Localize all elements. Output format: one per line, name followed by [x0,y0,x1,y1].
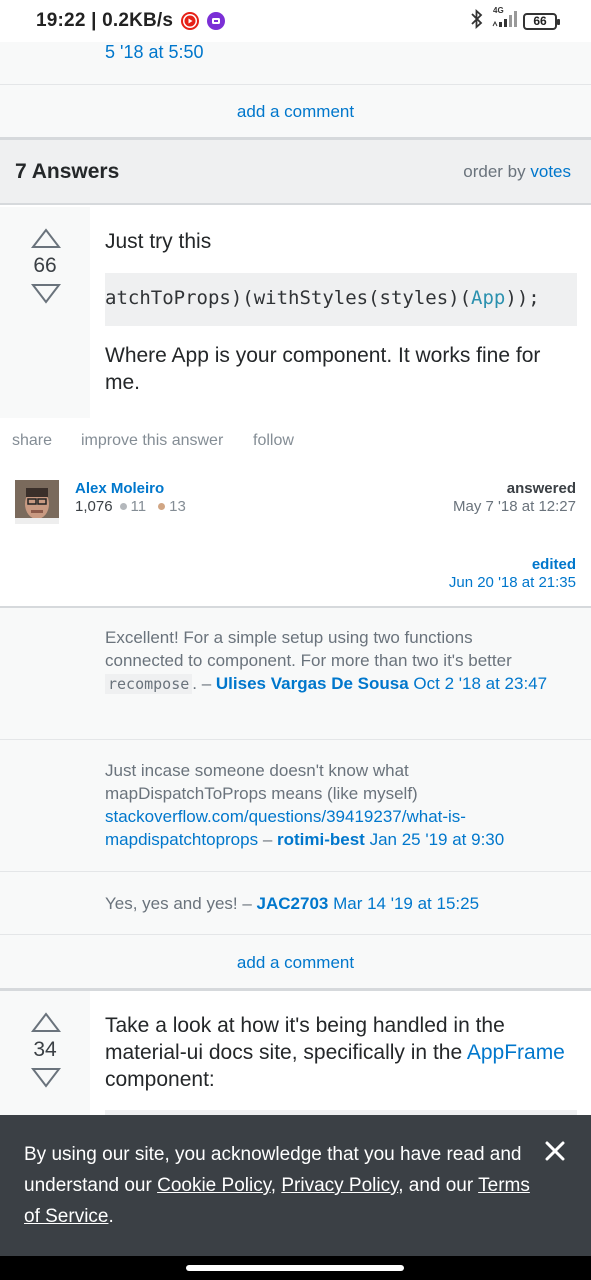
code-text: atchToProps)(withStyles(styles)( [105,287,472,309]
youtube-notification-icon [181,12,200,30]
comment-3-text: Yes, yes and yes! – JAC2703 Mar 14 '19 a… [105,892,555,915]
appframe-link[interactable]: AppFrame [467,1041,565,1064]
network-type: 4G [493,5,504,15]
answer-1-code-block: atchToProps)(withStyles(styles)(App)); [105,273,577,326]
answer-2-body: Take a look at how it's being handled in… [105,1012,565,1093]
edited-date[interactable]: Jun 20 '18 at 21:35 [449,574,576,591]
code-text: )); [505,287,540,309]
cookie-banner: By using our site, you acknowledge that … [0,1115,591,1256]
answer-2-text-end: component: [105,1068,215,1091]
order-by-votes[interactable]: votes [530,162,571,181]
comment-3: Yes, yes and yes! – JAC2703 Mar 14 '19 a… [0,872,591,934]
comment-separator: . – [192,674,216,693]
edited-label[interactable]: edited [532,556,576,573]
answer-1-actions: share improve this answer follow [0,418,591,464]
comment-1: Excellent! For a simple setup using two … [0,608,591,739]
answer-2-text: Take a look at how it's being handled in… [105,1014,505,1064]
home-gesture-handle[interactable] [186,1265,404,1271]
comment-body: Yes, yes and yes! – [105,894,257,913]
upvote-arrow-icon[interactable] [31,227,61,249]
order-by: order by votes [463,162,571,182]
avatar[interactable] [15,480,59,524]
answer-1-vote-count: 66 [33,254,57,277]
comment-author[interactable]: Ulises Vargas De Sousa [216,674,409,693]
answer-1-body: Where App is your component. It works fi… [105,344,541,394]
question-add-comment-row: add a comment [0,85,591,137]
answer-1-edited-card: edited Jun 20 '18 at 21:35 [0,540,591,608]
comment-2: Just incase someone doesn't know what ma… [0,740,591,871]
comment-author[interactable]: rotimi-best [277,830,365,849]
answer-2-vote-column: 34 [0,991,90,1115]
author-name[interactable]: Alex Moleiro [75,480,164,497]
inline-code: recompose [105,674,193,694]
comment-1-text: Excellent! For a simple setup using two … [105,626,555,696]
answer-1-vote-column: 66 [0,207,90,418]
comment-date[interactable]: Oct 2 '18 at 23:47 [413,674,547,693]
bronze-badge-icon [158,503,166,511]
cookie-separator: , [270,1175,282,1196]
cookie-message: By using our site, you acknowledge that … [24,1139,534,1232]
order-by-label: order by [463,162,526,181]
answer-1-add-comment-link[interactable]: add a comment [237,953,354,972]
comment-author[interactable]: JAC2703 [257,894,329,913]
cookie-separator: , and our [398,1175,479,1196]
downvote-arrow-icon[interactable] [31,283,61,305]
silver-badge-icon [119,503,127,511]
media-notification-icon [207,12,226,30]
previous-comment-date[interactable]: 5 '18 at 5:50 [105,42,204,63]
silver-badge-count: 11 [130,498,147,515]
code-identifier: App [471,287,506,309]
comment-body: Just incase someone doesn't know what ma… [105,761,418,803]
comment-body: Excellent! For a simple setup using two … [105,628,512,670]
improve-answer-link[interactable]: improve this answer [81,432,223,450]
answers-header: 7 Answers order by votes [0,140,591,205]
battery-icon: 66 [523,12,560,30]
system-nav-bar [0,1256,591,1280]
previous-comment: 5 '18 at 5:50 [0,42,591,84]
comment-date[interactable]: Mar 14 '19 at 15:25 [333,894,479,913]
privacy-policy-link[interactable]: Privacy Policy [281,1175,398,1196]
status-bar: 19:22 | 0.2KB/s 4G 66 [0,0,591,42]
share-link[interactable]: share [12,432,52,450]
answer-1: 66 Just try this atchToProps)(withStyles… [0,207,591,418]
comment-date[interactable]: Jan 25 '19 at 9:30 [370,830,505,849]
answers-count: 7 Answers [15,160,120,183]
close-icon[interactable] [543,1139,567,1163]
answer-1-intro: Just try this [105,230,212,253]
answered-date: May 7 '18 at 12:27 [453,498,576,515]
answer-2: 34 Take a look at how it's being handled… [0,991,591,1115]
comment-2-text: Just incase someone doesn't know what ma… [105,759,555,851]
follow-link[interactable]: follow [253,432,294,450]
answered-label: answered [506,480,576,497]
upvote-arrow-icon[interactable] [31,1011,61,1033]
comment-separator: – [258,830,277,849]
signal-icon: 4G [491,6,517,33]
cookie-period: . [108,1206,114,1227]
answer-1-add-comment-row: add a comment [0,935,591,988]
status-time: 19:22 | 0.2KB/s [36,10,174,31]
question-add-comment-link[interactable]: add a comment [237,102,354,121]
cookie-policy-link[interactable]: Cookie Policy [157,1175,271,1196]
answer-1-author-card: Alex Moleiro 1,076 11 13 answered May 7 '1… [0,464,591,540]
answer-2-vote-count: 34 [33,1038,57,1061]
author-reputation: 1,076 11 13 [75,498,186,515]
bronze-badge-count: 13 [169,498,186,515]
downvote-arrow-icon[interactable] [31,1067,61,1089]
reputation-score: 1,076 [75,498,113,515]
bluetooth-icon [469,8,485,34]
